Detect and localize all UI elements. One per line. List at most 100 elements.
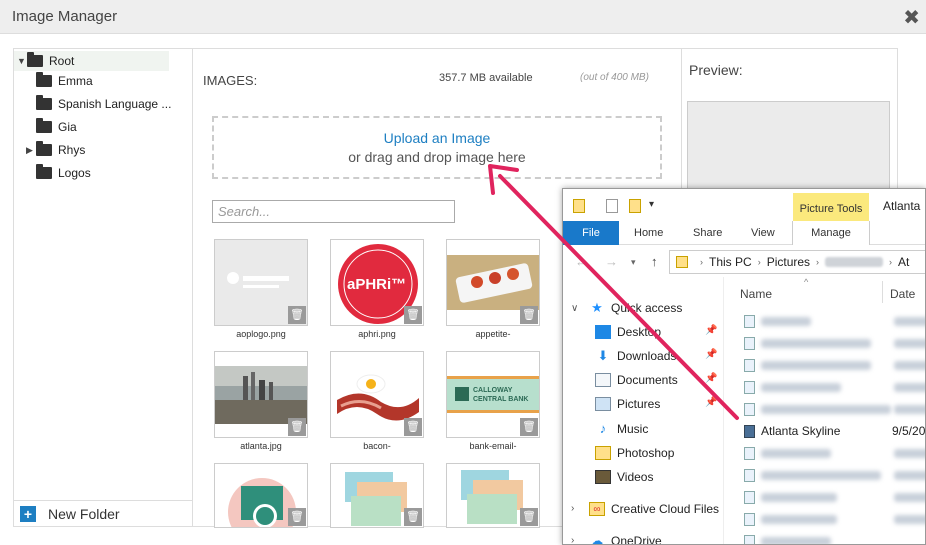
recent-locations-icon[interactable]: ▾ [631,257,636,268]
chevron-right-icon[interactable]: › [571,535,574,544]
pin-icon[interactable]: 📌 [705,373,717,384]
tree-item-emma[interactable]: Emma [36,71,93,91]
forward-arrow-icon[interactable]: → [605,254,618,269]
thumbnail-atlanta[interactable]: 🗑 [214,351,308,438]
nav-downloads[interactable]: ⬇ Downloads [595,345,677,367]
file-row[interactable] [744,509,837,529]
tab-manage[interactable]: Manage [792,221,870,245]
column-header-name[interactable]: Name [740,287,772,301]
trash-icon[interactable]: 🗑 [520,418,538,436]
thumbnail-bacon[interactable]: 🗑 [330,351,424,438]
new-folder-button[interactable]: + New Folder [14,500,192,526]
file-row[interactable] [744,311,811,331]
trash-icon[interactable]: 🗑 [520,508,538,526]
trash-icon[interactable]: 🗑 [404,418,422,436]
blurred-file-date [894,339,925,348]
nav-creative-cloud[interactable]: ∞ Creative Cloud Files [589,498,719,520]
search-input[interactable]: Search... [212,200,455,223]
nav-quick-access[interactable]: ★ Quick access [589,297,682,319]
file-row-atlanta-skyline[interactable]: Atlanta Skyline [744,421,840,441]
tree-item-logos[interactable]: Logos [36,163,91,183]
column-divider[interactable] [882,281,883,303]
pin-icon[interactable]: 📌 [705,397,717,408]
tab-view[interactable]: View [751,221,775,245]
dialog-title: Image Manager [12,8,118,25]
folder-icon [36,141,52,156]
music-icon: ♪ [599,421,607,436]
blurred-file-date [894,361,925,370]
thumbnail-bank-email[interactable]: CALLOWAY CENTRAL BANK 🗑 [446,351,540,438]
blurred-file-date [894,383,925,392]
thumbnail-cards-2[interactable]: 🗑 [446,463,540,528]
tree-item-rhys[interactable]: ▶ Rhys [26,140,85,160]
blurred-file-name [761,470,881,480]
nav-desktop[interactable]: Desktop [595,321,661,343]
nav-label: Videos [617,470,654,484]
blurred-file-name [761,360,871,370]
thumbnail-aphri[interactable]: aPHRi™ 🗑 [330,239,424,326]
trash-icon[interactable]: 🗑 [288,306,306,324]
trash-icon[interactable]: 🗑 [404,508,422,526]
blurred-file-date [894,405,925,414]
file-row[interactable] [744,377,841,397]
nav-music[interactable]: ♪ Music [595,418,649,440]
breadcrumb-this-pc[interactable]: This PC [709,255,752,269]
folder-icon [595,446,611,460]
file-row[interactable] [744,333,871,353]
file-row[interactable] [744,399,891,419]
breadcrumb-atlanta[interactable]: At [898,255,909,269]
breadcrumb-pictures[interactable]: Pictures [767,255,810,269]
new-folder-icon[interactable] [629,199,641,213]
file-row[interactable] [744,465,881,485]
tree-item-label: Gia [58,120,77,134]
tree-item-root[interactable]: ▼ Root [14,51,169,71]
caret-down-icon[interactable]: ▼ [17,56,27,66]
thumbnail-aoplogo[interactable]: 🗑 [214,239,308,326]
chevron-down-icon[interactable]: ∨ [571,303,578,314]
thumbnail-web-icon[interactable]: 🗑 [214,463,308,528]
nav-documents[interactable]: Documents [595,369,678,391]
file-row[interactable] [744,355,871,375]
pin-icon[interactable]: 📌 [705,349,717,360]
trash-icon[interactable]: 🗑 [288,418,306,436]
thumbnail-appetite[interactable]: 🗑 [446,239,540,326]
back-arrow-icon[interactable]: ← [575,254,588,269]
chevron-right-icon[interactable]: › [571,503,574,514]
caret-right-icon[interactable]: ▶ [26,145,36,156]
tree-item-label: Logos [58,166,91,180]
tree-item-gia[interactable]: Gia [36,117,77,137]
file-explorer-window: ▾ Picture Tools Atlanta File Home Share … [562,188,926,545]
tree-item-spanish-language[interactable]: Spanish Language ... [36,94,171,114]
tab-home[interactable]: Home [634,221,663,245]
close-icon[interactable]: ✖ [903,5,920,30]
thumbnail-cards[interactable]: 🗑 [330,463,424,528]
chevron-right-icon: › [816,257,820,267]
nav-photoshop[interactable]: Photoshop [595,442,674,464]
videos-icon [595,470,611,484]
file-row[interactable] [744,531,831,544]
dialog-titlebar: Image Manager ✖ [0,0,926,34]
column-header-date[interactable]: Date [890,287,915,301]
address-bar[interactable]: › This PC › Pictures › › At [669,250,925,274]
image-file-icon [744,424,755,438]
file-row[interactable] [744,487,837,507]
image-file-icon [744,358,755,372]
tab-share[interactable]: Share [693,221,722,245]
properties-icon[interactable] [606,199,618,213]
trash-icon[interactable]: 🗑 [404,306,422,324]
file-row[interactable] [744,443,831,463]
folder-icon[interactable] [573,199,585,213]
tab-file[interactable]: File [563,221,619,245]
upload-dropzone[interactable]: Upload an Image or drag and drop image h… [212,116,662,179]
up-arrow-icon[interactable]: ↑ [651,254,658,269]
pin-icon[interactable]: 📌 [705,325,717,336]
upload-image-link[interactable]: Upload an Image [214,130,660,146]
trash-icon[interactable]: 🗑 [288,508,306,526]
trash-icon[interactable]: 🗑 [520,306,538,324]
customize-toolbar-icon[interactable]: ▾ [649,199,654,210]
nav-onedrive[interactable]: ☁ OneDrive [589,530,662,545]
nav-pictures[interactable]: Pictures [595,393,660,415]
chevron-right-icon: › [889,257,893,267]
nav-videos[interactable]: Videos [595,466,653,488]
nav-label: Creative Cloud Files [611,502,720,516]
